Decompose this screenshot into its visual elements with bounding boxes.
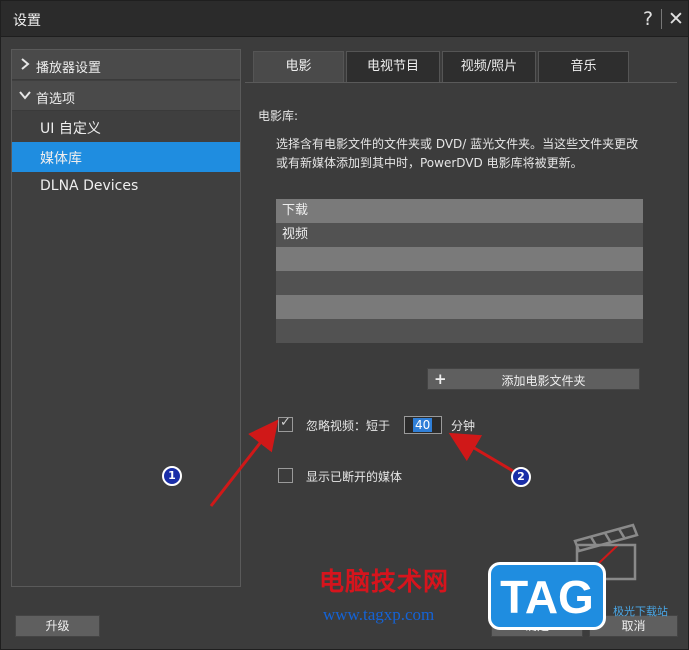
sidebar-item-media-library[interactable]: 媒体库 <box>12 142 240 172</box>
minutes-unit-label: 分钟 <box>451 419 476 433</box>
title-bar: 设置 ? ✕ <box>1 1 688 37</box>
section-title: 电影库: <box>258 109 299 123</box>
upgrade-button[interactable]: 升级 <box>15 615 100 637</box>
ignore-minutes-input[interactable]: 40 <box>404 416 442 434</box>
tab-underline <box>245 82 677 83</box>
annotation-marker-2: 2 <box>511 467 531 487</box>
chevron-down-icon <box>19 91 31 100</box>
checkmark-icon: ✓ <box>280 415 291 430</box>
show-disconnected-checkbox[interactable] <box>278 468 293 483</box>
watermark-small-text: 极光下载站 <box>613 605 668 618</box>
list-item[interactable] <box>276 247 643 271</box>
list-item[interactable] <box>276 319 643 343</box>
add-button-label: 添加电影文件夹 <box>501 374 586 388</box>
help-icon[interactable]: ? <box>637 6 659 32</box>
sidebar-group-preferences[interactable]: 首选项 <box>12 81 240 111</box>
sidebar-item-label: UI 自定义 <box>40 121 101 137</box>
sidebar-group-player-settings[interactable]: 播放器设置 <box>12 50 240 80</box>
sidebar-item-label: DLNA Devices <box>40 178 139 194</box>
annotation-marker-1: 1 <box>162 466 182 486</box>
window-title: 设置 <box>13 13 41 29</box>
ignore-videos-label: 忽略视频：短于 <box>306 419 391 433</box>
settings-dialog: 设置 ? ✕ 播放器设置 首选项 UI 自定义 媒体库 DLNA Devices… <box>0 0 689 650</box>
list-item[interactable] <box>276 295 643 319</box>
chevron-right-icon <box>21 58 30 70</box>
folder-list[interactable]: 下载 视频 <box>276 199 643 344</box>
tab-music[interactable]: 音乐 <box>538 51 629 82</box>
titlebar-divider <box>661 9 662 29</box>
show-disconnected-label: 显示已断开的媒体 <box>306 470 403 484</box>
close-icon[interactable]: ✕ <box>665 6 687 32</box>
annotation-arrow-2 <box>448 432 514 473</box>
add-movie-folder-button[interactable]: + 添加电影文件夹 <box>427 368 640 390</box>
tab-videos-photos[interactable]: 视频/照片 <box>442 51 536 82</box>
list-item[interactable]: 视频 <box>276 223 643 247</box>
list-item[interactable]: 下载 <box>276 199 643 223</box>
tab-tv-shows[interactable]: 电视节目 <box>346 51 440 82</box>
sidebar-item-dlna-devices[interactable]: DLNA Devices <box>12 172 240 202</box>
settings-sidebar: 播放器设置 首选项 UI 自定义 媒体库 DLNA Devices <box>11 49 241 587</box>
ignore-minutes-value: 40 <box>413 418 433 432</box>
sidebar-item-label: 媒体库 <box>40 151 82 167</box>
watermark-url: www.tagxp.com <box>323 605 435 624</box>
watermark-site-name: 电脑技术网 <box>319 567 450 596</box>
tab-movies[interactable]: 电影 <box>253 51 344 82</box>
list-item[interactable] <box>276 271 643 295</box>
watermark-logo: TAG <box>488 562 606 630</box>
sidebar-group-label: 播放器设置 <box>36 61 102 76</box>
sidebar-group-label: 首选项 <box>36 92 76 107</box>
ignore-videos-checkbox[interactable]: ✓ <box>278 415 293 432</box>
library-description: 选择含有电影文件的文件夹或 DVD/ 蓝光文件夹。当这些文件夹更改或有新媒体添加… <box>276 137 639 170</box>
sidebar-item-ui-customize[interactable]: UI 自定义 <box>12 112 240 142</box>
